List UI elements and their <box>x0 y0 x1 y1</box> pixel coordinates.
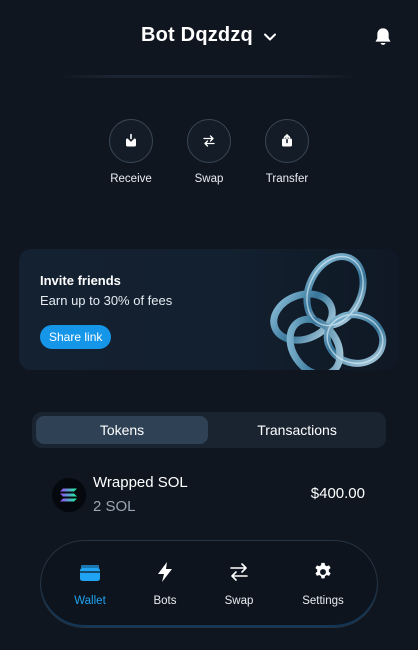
token-amount: 2 SOL <box>93 498 136 515</box>
receive-label: Receive <box>110 173 152 185</box>
wallet-icon <box>80 565 100 581</box>
nav-swap[interactable]: Swap <box>209 559 269 607</box>
promo-subtitle: Earn up to 30% of fees <box>40 293 173 308</box>
receive-circle <box>109 119 153 163</box>
invite-banner: Invite friends Earn up to 30% of fees Sh… <box>19 249 399 370</box>
gear-icon <box>315 562 331 579</box>
nav-swap-label: Swap <box>224 595 254 607</box>
receive-icon <box>126 133 136 147</box>
header: Bot Dqzdzq <box>0 0 418 78</box>
nav-wallet-icon-wrap <box>60 559 120 585</box>
tab-transactions[interactable]: Transactions <box>212 416 382 444</box>
transfer-circle <box>265 119 309 163</box>
token-value: $400.00 <box>310 485 365 502</box>
bolt-icon <box>158 562 172 582</box>
promo-title: Invite friends <box>40 273 121 288</box>
bottom-nav: Wallet Bots Swap Settings <box>40 540 378 628</box>
nav-bots[interactable]: Bots <box>135 559 195 607</box>
swap-button[interactable]: Swap <box>179 119 239 185</box>
solana-logo-mark <box>60 488 77 502</box>
transfer-label: Transfer <box>265 173 309 185</box>
nav-wallet-label: Wallet <box>74 595 106 607</box>
knot-illustration <box>270 253 387 370</box>
swap-icon <box>230 563 248 581</box>
chevron-down-icon <box>263 33 276 40</box>
receive-button[interactable]: Receive <box>101 119 161 185</box>
nav-swap-icon-wrap <box>209 559 269 585</box>
tabs: Tokens Transactions <box>32 412 386 448</box>
swap-circle <box>187 119 231 163</box>
transfer-icon <box>282 133 292 147</box>
header-divider <box>58 75 358 78</box>
solana-icon <box>52 478 86 512</box>
transfer-button[interactable]: Transfer <box>257 119 317 185</box>
account-name: Bot Dqzdzq <box>141 24 253 46</box>
bell-icon[interactable] <box>372 26 394 48</box>
nav-settings-icon-wrap <box>293 559 353 585</box>
nav-bots-icon-wrap <box>135 559 195 585</box>
nav-wallet[interactable]: Wallet <box>60 559 120 607</box>
nav-bots-label: Bots <box>153 595 177 607</box>
token-row[interactable]: Wrapped SOL 2 SOL $400.00 <box>52 473 366 517</box>
share-link-button[interactable]: Share link <box>40 325 112 349</box>
tab-tokens[interactable]: Tokens <box>36 416 208 444</box>
nav-settings[interactable]: Settings <box>293 559 353 607</box>
token-name: Wrapped SOL <box>93 474 188 491</box>
swap-icon <box>203 135 215 147</box>
swap-label: Swap <box>194 173 224 185</box>
account-switcher[interactable]: Bot Dqzdzq <box>0 24 418 47</box>
nav-settings-label: Settings <box>302 595 344 607</box>
